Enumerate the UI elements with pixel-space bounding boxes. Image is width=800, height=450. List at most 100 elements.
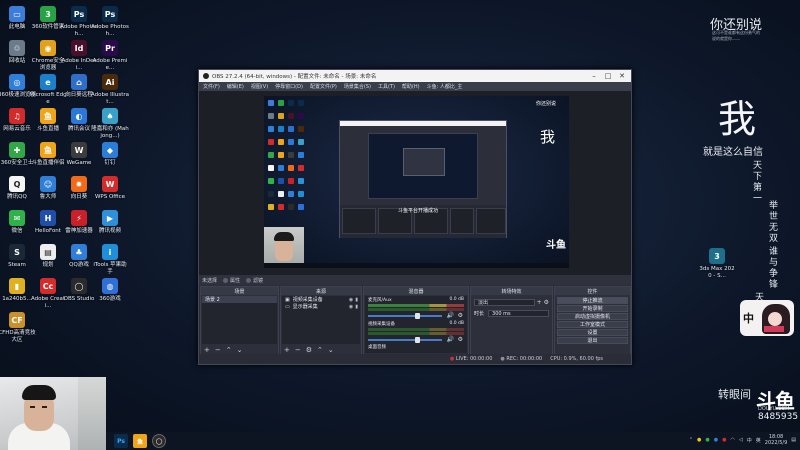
cpu-status: CPU: 0.9%, 60.00 fps bbox=[550, 356, 603, 362]
notification-icon[interactable]: ▤ bbox=[791, 437, 796, 443]
watermark-text: 转眼间 bbox=[718, 388, 751, 401]
speaker-icon[interactable]: 🔊 bbox=[447, 312, 454, 319]
preview-desktop-icon bbox=[288, 165, 294, 171]
tray-app-icon[interactable]: ● bbox=[705, 437, 709, 443]
obs-titlebar[interactable]: OBS 27.2.4 (64-bit, windows) - 配置文件: 未命名… bbox=[199, 70, 631, 82]
menu-item[interactable]: 帮助(H) bbox=[402, 83, 420, 90]
gear-icon[interactable]: ⚙ bbox=[544, 299, 549, 306]
add-transition-button[interactable]: + bbox=[537, 299, 542, 306]
tray-expand-icon[interactable]: ⌃ bbox=[689, 437, 693, 443]
maximize-button[interactable]: □ bbox=[601, 70, 615, 82]
eye-icon[interactable]: ◉ bbox=[349, 304, 353, 310]
move-down-button[interactable]: ⌄ bbox=[237, 346, 243, 354]
move-up-button[interactable]: ⌃ bbox=[226, 346, 232, 354]
gear-icon[interactable]: ⚙ bbox=[458, 336, 463, 343]
poster-subline-2: 说的就是你—— bbox=[712, 36, 740, 41]
tray-app-icon[interactable]: ● bbox=[697, 437, 701, 443]
preview-canvas[interactable]: 斗鱼平台开播成功 我 你还别说 斗鱼 bbox=[264, 96, 569, 268]
move-down-button[interactable]: ⌄ bbox=[328, 346, 334, 354]
channel-db: 0.0 dB bbox=[449, 297, 464, 302]
filters-label: 滤镜 bbox=[253, 277, 264, 284]
source-item[interactable]: ▣ 视频采集设备 ◉ ▮ bbox=[282, 296, 360, 304]
menu-item[interactable]: 工具(T) bbox=[378, 83, 395, 90]
tray-app-icon[interactable]: ● bbox=[722, 437, 726, 443]
start-recording-button[interactable]: 开始录制 bbox=[557, 305, 628, 312]
mixer-dock-title: 混音器 bbox=[364, 287, 468, 295]
app-icon: ♠ bbox=[102, 108, 118, 124]
preview-desktop-icon bbox=[288, 113, 294, 119]
taskbar-obs-icon[interactable]: ◯ bbox=[152, 434, 166, 448]
source-settings-icon[interactable]: ⚙ bbox=[306, 346, 312, 354]
desktop-icon[interactable]: ♠ 隆嘉和亦 (Mahjong...) bbox=[91, 108, 129, 139]
ime-label-1[interactable]: 中 bbox=[747, 437, 752, 444]
duration-input[interactable]: 300 ms bbox=[488, 310, 549, 317]
fader-knob[interactable] bbox=[415, 337, 420, 343]
move-up-button[interactable]: ⌃ bbox=[317, 346, 323, 354]
app-icon: 鱼 bbox=[40, 108, 56, 124]
volume-fader[interactable]: 🔊 ⚙ bbox=[368, 312, 464, 319]
obs-title-text: OBS 27.2.4 (64-bit, windows) - 配置文件: 未命名… bbox=[212, 74, 377, 80]
minimize-button[interactable]: – bbox=[587, 70, 601, 82]
app-icon: Ai bbox=[102, 74, 118, 90]
start-virtual-camera-button[interactable]: 启动虚拟摄像机 bbox=[557, 313, 628, 320]
menu-item[interactable]: 视图(V) bbox=[251, 83, 268, 90]
scene-item[interactable]: 场景 2 bbox=[202, 296, 277, 303]
add-scene-button[interactable]: + bbox=[204, 346, 210, 354]
menu-item[interactable]: 场景集合(S) bbox=[344, 83, 371, 90]
exit-button[interactable]: 退出 bbox=[557, 337, 628, 344]
menu-item[interactable]: 停靠窗口(D) bbox=[275, 83, 303, 90]
transitions-dock: 转场特效 淡出 + ⚙ 时长 300 ms bbox=[470, 286, 553, 356]
preview-desktop-icon bbox=[278, 113, 284, 119]
menu-item[interactable]: 配置文件(P) bbox=[310, 83, 337, 90]
lock-icon[interactable]: ▮ bbox=[355, 304, 358, 310]
taskbar-douyu-icon[interactable]: 鱼 bbox=[133, 434, 147, 448]
controls-dock: 控件 停止推流 开始录制 启动虚拟摄像机 工作室模式 设置 退出 bbox=[554, 286, 631, 356]
filters-button[interactable]: 滤镜 bbox=[246, 277, 263, 284]
duration-label: 时长 bbox=[474, 311, 485, 317]
desktop-icon[interactable]: CF CFHD高清竞技大区 bbox=[0, 312, 36, 343]
stop-streaming-button[interactable]: 停止推流 bbox=[557, 297, 628, 304]
menu-item[interactable]: 编辑(E) bbox=[227, 83, 244, 90]
desktop-icon[interactable]: Ps Adobe Photosh... bbox=[91, 6, 129, 37]
volume-fader[interactable]: 🔊 ⚙ bbox=[368, 336, 464, 343]
app-icon: 鱼 bbox=[40, 142, 56, 158]
wifi-icon[interactable]: ◠ bbox=[731, 437, 735, 443]
desktop-icon[interactable]: i iTools 苹果助手 bbox=[93, 244, 127, 275]
menu-item[interactable]: 文件(F) bbox=[203, 83, 220, 90]
desktop-icon[interactable]: e Microsoft Edge bbox=[29, 74, 67, 105]
menu-item[interactable]: 斗鱼: 人都比_主 bbox=[427, 83, 463, 90]
fader-knob[interactable] bbox=[415, 313, 420, 319]
preview-poster-headline: 你还别说 bbox=[536, 101, 557, 107]
desktop-icon[interactable]: Ai Adobe Illustrat... bbox=[91, 74, 129, 105]
source-item[interactable]: ▭ 显示器采集 ◉ ▮ bbox=[282, 303, 360, 311]
studio-mode-button[interactable]: 工作室模式 bbox=[557, 321, 628, 328]
desktop-icon[interactable]: Pr Adobe Premie... bbox=[93, 40, 127, 71]
properties-button[interactable]: 属性 bbox=[223, 277, 240, 284]
desktop-icon[interactable]: ▶ 腾讯视频 bbox=[93, 210, 127, 235]
remove-source-button[interactable]: − bbox=[295, 346, 301, 354]
remove-scene-button[interactable]: − bbox=[215, 346, 221, 354]
system-tray: ⌃ ● ● ● ● ◠ ◁ 中 英 18:08 2022/5/9 ▤ bbox=[689, 434, 796, 446]
desktop-icon[interactable]: Cc Adobe Creati... bbox=[31, 278, 65, 309]
desktop-icon[interactable]: ◍ 360游戏 bbox=[93, 278, 127, 303]
transition-select[interactable]: 淡出 bbox=[474, 299, 535, 306]
settings-button[interactable]: 设置 bbox=[557, 329, 628, 336]
preview-desktop-icon bbox=[288, 100, 294, 106]
desktop-icon-3dsmax[interactable]: 3 3ds Max 2020 - S... bbox=[699, 248, 735, 279]
add-source-button[interactable]: + bbox=[284, 346, 290, 354]
tray-app-icon[interactable]: ● bbox=[714, 437, 718, 443]
taskbar-photoshop-icon[interactable]: Ps bbox=[114, 434, 128, 448]
preview-douyu-logo: 斗鱼 bbox=[546, 240, 566, 251]
gear-icon[interactable]: ⚙ bbox=[458, 312, 463, 319]
lock-icon[interactable]: ▮ bbox=[355, 297, 358, 303]
ime-label-2[interactable]: 英 bbox=[756, 437, 761, 444]
preview-desktop-icon bbox=[288, 204, 294, 210]
desktop-icon[interactable]: W WPS Office bbox=[93, 176, 127, 201]
close-button[interactable]: ✕ bbox=[615, 70, 629, 82]
clock[interactable]: 18:08 2022/5/9 bbox=[765, 434, 787, 446]
volume-icon[interactable]: ◁ bbox=[739, 437, 743, 443]
desktop-icon[interactable]: ◆ 钉钉 bbox=[93, 142, 127, 167]
obs-window[interactable]: OBS 27.2.4 (64-bit, windows) - 配置文件: 未命名… bbox=[198, 69, 632, 365]
eye-icon[interactable]: ◉ bbox=[349, 297, 353, 303]
speaker-icon[interactable]: 🔊 bbox=[447, 336, 454, 343]
